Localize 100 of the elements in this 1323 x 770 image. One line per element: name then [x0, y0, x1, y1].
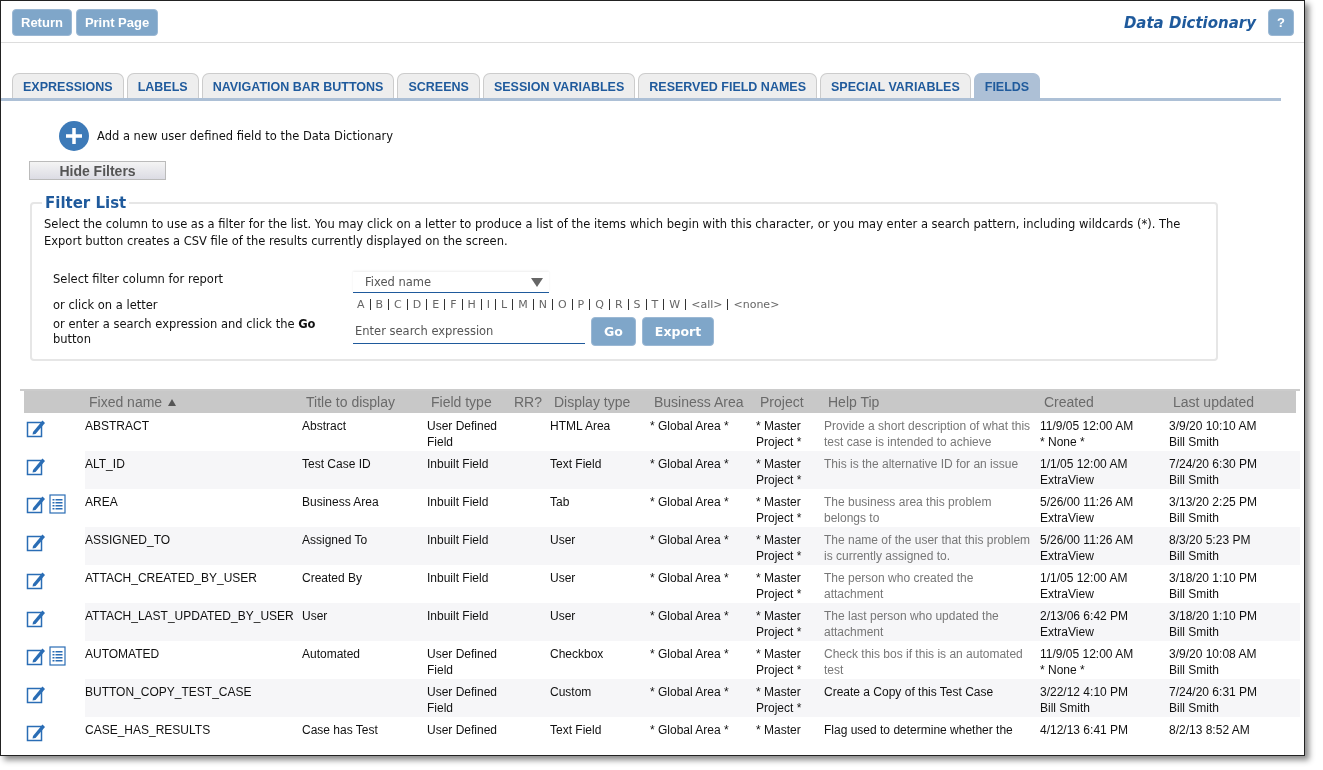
table-cell-text: 3/18/20 1:10 PM Bill Smith [1169, 608, 1259, 640]
add-icon[interactable] [59, 121, 89, 151]
table-cell-text: Flag used to determine whether the [824, 722, 1014, 739]
table-cell-text: * Master Project * [756, 570, 803, 602]
column-header[interactable]: Last updated [1173, 394, 1254, 410]
table-cell-text: Create a Copy of this Test Case [824, 684, 995, 701]
table-cell-text: 3/18/20 1:10 PM Bill Smith [1169, 570, 1259, 602]
letter-link[interactable]: M [513, 298, 533, 311]
table-cell-text: Inbuilt Field [427, 570, 490, 587]
table-cell-text: * Global Area * [650, 646, 730, 663]
table-cell-text: 8/2/13 8:52 AM [1169, 722, 1251, 739]
table-cell-text: 7/24/20 6:30 PM Bill Smith [1169, 456, 1259, 488]
letter-link[interactable]: H [462, 298, 481, 311]
table-cell-text: 2/13/06 6:42 PM ExtraView [1040, 608, 1130, 640]
table-cell-text: * Master Project * [756, 684, 803, 716]
edit-icon[interactable] [26, 646, 46, 666]
filter-label: Select filter column for report [53, 272, 225, 287]
table-cell-text: * Master Project * [756, 608, 803, 640]
table-cell-text: * Master Project * [756, 494, 803, 526]
table-cell-text: ASSIGNED_TO [85, 532, 172, 549]
column-header[interactable]: RR? [514, 394, 542, 410]
table-cell-text: Inbuilt Field [427, 532, 490, 549]
tab[interactable]: NAVIGATION BAR BUTTONS [201, 73, 395, 98]
letter-link[interactable]: O [552, 298, 572, 311]
column-header[interactable]: Title to display [306, 394, 395, 410]
table-cell-text: User Defined [427, 722, 499, 739]
letter-link[interactable]: S [628, 298, 646, 311]
column-header[interactable]: Created [1044, 394, 1094, 410]
table-cell-text: * Global Area * [650, 532, 730, 549]
table-cell-text: Text Field [550, 456, 603, 473]
table-cell-text: Tab [550, 494, 571, 511]
table-cell-text: Automated [302, 646, 362, 663]
tab[interactable]: SESSION VARIABLES [482, 73, 636, 98]
filter-label: or enter a search expression and click the Go button [53, 317, 317, 347]
table-cell-text: * Global Area * [650, 684, 730, 701]
edit-icon[interactable] [26, 684, 46, 704]
edit-icon[interactable] [26, 608, 46, 628]
list-icon[interactable] [49, 494, 66, 514]
table-cell-text: 3/22/12 4:10 PM Bill Smith [1040, 684, 1130, 716]
edit-icon[interactable] [26, 418, 46, 438]
column-header[interactable]: Field type [431, 394, 492, 410]
table-cell-text: AUTOMATED [85, 646, 161, 663]
table-cell-text: Checkbox [550, 646, 605, 663]
table-cell-text: 3/9/20 10:08 AM Bill Smith [1169, 646, 1258, 678]
table-cell-text: Case has Test [302, 722, 379, 739]
column-header[interactable]: Business Area [654, 394, 744, 410]
letter-link[interactable]: Q [590, 298, 609, 311]
table-cell-text: ALT_ID [85, 456, 126, 473]
table-cell-text: * Master Project * [756, 646, 803, 678]
edit-icon[interactable] [26, 570, 46, 590]
tab[interactable]: SPECIAL VARIABLES [820, 73, 971, 98]
edit-icon[interactable] [26, 494, 46, 514]
letter-link[interactable]: A [353, 298, 370, 311]
column-header[interactable]: Help Tip [828, 394, 880, 410]
edit-icon[interactable] [26, 532, 46, 552]
filter-legend: Filter List [42, 194, 130, 212]
letter-link[interactable]: F [445, 298, 462, 311]
table-cell-text: User [302, 608, 329, 625]
letter-link[interactable]: <all> [686, 298, 728, 311]
edit-icon[interactable] [26, 456, 46, 476]
table-cell-text: 3/9/20 10:10 AM Bill Smith [1169, 418, 1258, 450]
add-field-link[interactable]: Add a new user defined field to the Data Dictionary [97, 129, 394, 143]
table-cell-text: Assigned To [302, 532, 369, 549]
list-icon[interactable] [49, 646, 66, 666]
column-header[interactable]: Project [760, 394, 804, 410]
column-header[interactable]: Fixed name [89, 394, 163, 410]
letter-link[interactable]: L [496, 298, 513, 311]
table-cell-text: User [550, 570, 577, 587]
table-cell-text: * Master Project * [756, 456, 803, 488]
letter-link[interactable]: N [533, 298, 552, 311]
tab[interactable]: EXPRESSIONS [12, 73, 124, 98]
letter-link[interactable]: E [427, 298, 445, 311]
table-cell-text: Created By [302, 570, 364, 587]
filter-column-dropdown[interactable]: Fixed name [353, 272, 549, 293]
tab[interactable]: FIELDS [973, 73, 1041, 98]
column-header[interactable]: Display type [554, 394, 631, 410]
letter-link[interactable]: <none> [728, 298, 785, 311]
letter-link[interactable]: P [572, 298, 590, 311]
tab[interactable]: LABELS [126, 73, 199, 98]
edit-icon[interactable] [26, 722, 46, 742]
table-cell-text: ABSTRACT [85, 418, 150, 435]
table-cell-text: Provide a short description of what this test case is intended to achieve [824, 418, 1032, 450]
table-cell-text: * Master Project * [756, 418, 803, 450]
letter-link[interactable]: R [609, 298, 628, 311]
hide-filters-button[interactable]: Hide Filters [29, 161, 166, 180]
letter-link[interactable]: B [370, 298, 389, 311]
table-cell-text: 11/9/05 12:00 AM * None * [1040, 418, 1135, 450]
page-title: Data Dictionary [1123, 13, 1257, 32]
letter-link[interactable]: C [389, 298, 407, 311]
table-cell-text: * Global Area * [650, 418, 730, 435]
table-cell-text: 1/1/05 12:00 AM ExtraView [1040, 570, 1129, 602]
letter-link[interactable]: W [664, 298, 686, 311]
letter-link[interactable]: D [407, 298, 427, 311]
letter-link[interactable]: I [481, 298, 496, 311]
table-cell-text: * Global Area * [650, 608, 730, 625]
table-cell-text: * Global Area * [650, 570, 730, 587]
table-cell-text: 8/3/20 5:23 PM Bill Smith [1169, 532, 1252, 564]
letter-link[interactable]: T [646, 298, 664, 311]
tab[interactable]: RESERVED FIELD NAMES [638, 73, 817, 98]
tab[interactable]: SCREENS [397, 73, 480, 98]
